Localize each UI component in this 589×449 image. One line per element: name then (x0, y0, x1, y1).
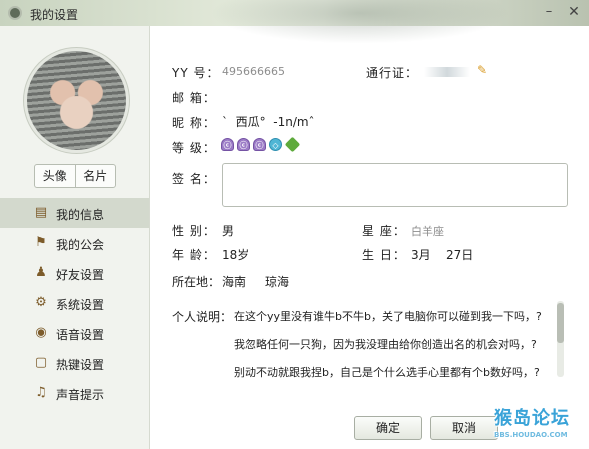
yy-app-icon (8, 6, 22, 20)
crown-badge-icon: ⓒ (237, 138, 250, 151)
title-bar: 我的设置 – ✕ (0, 0, 589, 44)
guild-flag-icon: ⚑ (35, 235, 47, 250)
description-line: 我忽略任何一只狗，因为我没理由给你创造出名的机会对吗，? (234, 338, 537, 351)
card-button[interactable]: 名片 (74, 165, 116, 187)
yy-number-value: 495666665 (222, 65, 285, 78)
level-badges: ⓒ ⓒ ⓒ ◇ (221, 136, 301, 153)
watermark-text: 猴岛论坛 (494, 408, 570, 429)
level-label: 等 级： (172, 141, 216, 155)
avatar-button[interactable]: 头像 (35, 165, 75, 187)
birthday-label: 生 日： (362, 248, 406, 262)
passport-value-blurred (424, 67, 470, 77)
edit-pencil-icon[interactable]: ✎ (477, 64, 491, 76)
description-scrollbar[interactable] (557, 301, 564, 377)
nickname-value: ` 西瓜° -1n/mˆ (222, 115, 315, 129)
sidebar-item-label: 热键设置 (56, 358, 105, 372)
signature-input[interactable] (222, 163, 568, 207)
sidebar-item-label: 系统设置 (56, 298, 105, 312)
birthday-month: 3月 (411, 248, 431, 262)
sidebar-item-6[interactable]: ♫ 声音提示 (0, 378, 149, 408)
sidebar-item-label: 我的公会 (56, 238, 105, 252)
avatar-tab-group: 头像 名片 (34, 164, 116, 188)
sidebar-item-0[interactable]: ▤ 我的信息 (0, 198, 149, 228)
sidebar-nav: ▤ 我的信息 ⚑ 我的公会 ♟ 好友设置 ⚙ 系统设置 ◉ 语音设置 ▢ 热键设置 ♫ 声音提示 (0, 198, 149, 408)
age-value: 18岁 (222, 248, 250, 262)
sidebar-item-5[interactable]: ▢ 热键设置 (0, 348, 149, 378)
age-label: 年 龄： (172, 248, 216, 262)
zodiac-value: 白羊座 (411, 225, 444, 238)
friends-icon: ♟ (35, 265, 47, 280)
blue-diamond-icon: ◇ (269, 138, 282, 151)
email-label: 邮 箱： (172, 91, 216, 105)
cancel-button[interactable]: 取消 (430, 416, 498, 440)
nickname-label: 昵 称： (172, 116, 216, 130)
zodiac-label: 星 座： (362, 224, 406, 238)
passport-label: 通行证： (366, 66, 419, 80)
sidebar: 头像 名片 ▤ 我的信息 ⚑ 我的公会 ♟ 好友设置 ⚙ 系统设置 ◉ 语音设置 ▢ 热键设置 ♫ 声音提… (0, 26, 150, 449)
watermark-url: BBS.HOUDAO.COM (494, 431, 568, 439)
description-label: 个人说明： (172, 310, 233, 324)
gender-label: 性 别： (172, 224, 216, 238)
green-leaf-icon (284, 136, 301, 153)
crown-badge-icon: ⓒ (253, 138, 266, 151)
sidebar-item-3[interactable]: ⚙ 系统设置 (0, 288, 149, 318)
description-line: 别动不动就跟我捏b，自己是个什么选手心里都有个b数好吗，? (234, 366, 540, 379)
sidebar-item-2[interactable]: ♟ 好友设置 (0, 258, 149, 288)
sidebar-item-label: 好友设置 (56, 268, 105, 282)
sidebar-item-label: 语音设置 (56, 328, 105, 342)
ok-button[interactable]: 确定 (354, 416, 422, 440)
hotkey-icon: ▢ (34, 355, 48, 370)
my-info-icon: ▤ (34, 205, 48, 220)
scrollbar-thumb[interactable] (557, 303, 564, 343)
description-line: 在这个yy里没有谁牛b不牛b，关了电脑你可以碰到我一下吗，? (234, 310, 542, 323)
minimize-button[interactable]: – (540, 4, 558, 20)
signature-label: 签 名： (172, 172, 216, 186)
sidebar-item-label: 声音提示 (56, 388, 105, 402)
window-title: 我的设置 (30, 8, 79, 22)
location-province: 海南 (222, 275, 247, 289)
forum-watermark-logo: 猴岛论坛 BBS.HOUDAO.COM (494, 408, 586, 446)
crown-badge-icon: ⓒ (221, 138, 234, 151)
gender-value: 男 (222, 224, 235, 238)
avatar[interactable] (24, 48, 129, 153)
music-note-icon: ♫ (35, 385, 47, 400)
location-city: 琼海 (265, 275, 290, 289)
sidebar-item-1[interactable]: ⚑ 我的公会 (0, 228, 149, 258)
location-label: 所在地： (172, 275, 221, 289)
sidebar-item-4[interactable]: ◉ 语音设置 (0, 318, 149, 348)
birthday-day: 27日 (446, 248, 474, 262)
yy-number-label: YY 号： (172, 66, 220, 80)
close-button[interactable]: ✕ (565, 4, 583, 20)
voice-icon: ◉ (35, 325, 47, 340)
sidebar-item-label: 我的信息 (56, 208, 105, 222)
gear-icon: ⚙ (35, 295, 47, 310)
profile-panel: YY 号： 495666665 通行证： ✎ 邮 箱： 昵 称： ` 西瓜° -… (150, 26, 589, 449)
